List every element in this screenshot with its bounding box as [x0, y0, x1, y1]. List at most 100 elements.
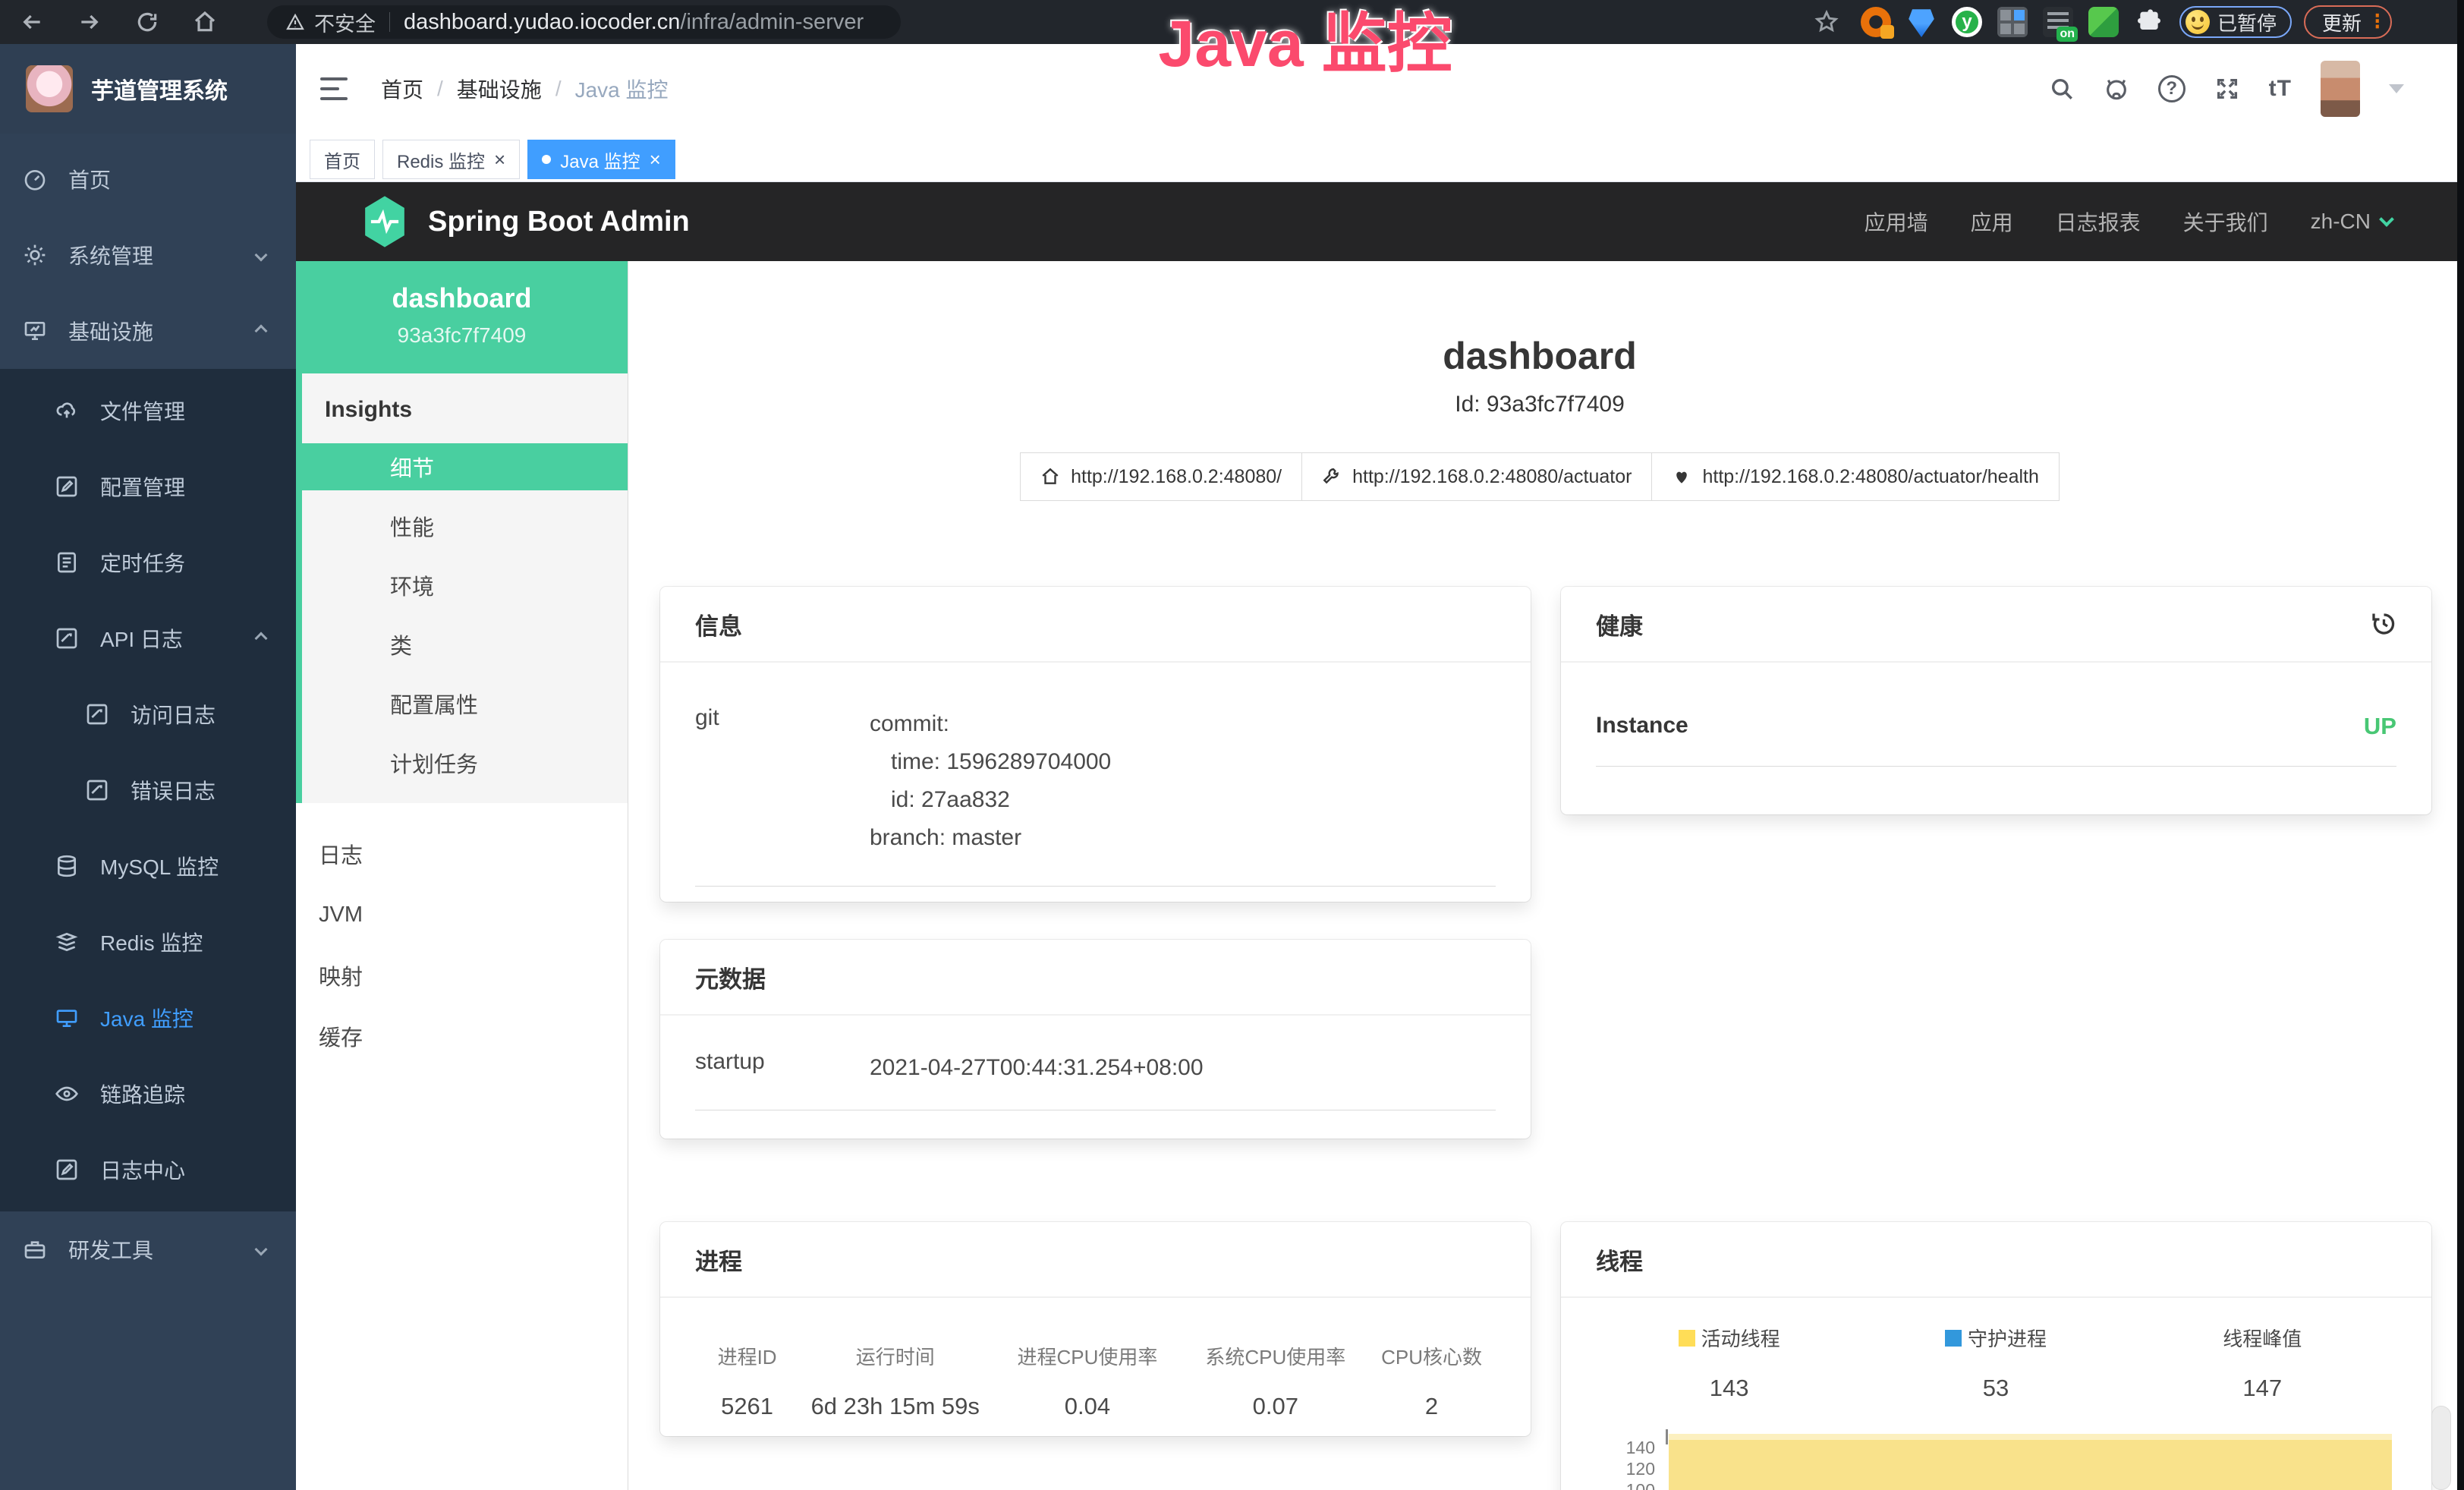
menu-item-caches[interactable]: 缓存: [296, 1013, 628, 1060]
sba-nav-wallboard[interactable]: 应用墙: [1865, 206, 1928, 237]
metadata-card-title: 元数据: [695, 960, 766, 994]
extension-blue-pin-icon[interactable]: [1906, 7, 1937, 37]
process-col-header: 进程CPU使用率: [991, 1342, 1183, 1370]
sidebar-item-java-monitor[interactable]: Java 监控: [0, 980, 296, 1056]
chevron-down-icon: [255, 249, 268, 262]
sba-nav-journal[interactable]: 日志报表: [2056, 206, 2141, 237]
menu-item-scheduledtasks[interactable]: 计划任务: [302, 739, 628, 786]
sidebar-item-config[interactable]: 配置管理: [0, 449, 296, 524]
monitor-icon: [23, 319, 47, 343]
github-icon[interactable]: [2104, 76, 2129, 102]
sidebar-item-mysql[interactable]: MySQL 监控: [0, 828, 296, 904]
browser-nav-buttons: [0, 10, 217, 34]
help-icon[interactable]: ?: [2158, 75, 2186, 102]
sidebar-item-devtools[interactable]: 研发工具: [0, 1211, 296, 1287]
process-table: 进程ID5261 运行时间6d 23h 15m 59s 进程CPU使用率0.04…: [695, 1342, 1496, 1420]
extension-green-leaf-icon[interactable]: [2088, 7, 2119, 37]
menu-item-mappings[interactable]: 映射: [296, 952, 628, 999]
extensions-puzzle-icon[interactable]: [2134, 7, 2164, 37]
sidebar-item-label: Redis 监控: [100, 927, 203, 957]
sidebar-item-label: MySQL 监控: [100, 851, 219, 881]
profile-paused-chip[interactable]: 已暂停: [2179, 6, 2292, 38]
reload-icon[interactable]: [135, 10, 159, 34]
instance-sidebar: dashboard 93a3fc7f7409 Insights 细节 性能 环境…: [296, 261, 628, 1490]
address-bar[interactable]: 不安全 dashboard.yudao.iocoder.cn /infra/ad…: [267, 5, 901, 39]
insights-group: Insights 细节 性能 环境 类 配置属性 计划任务: [296, 373, 628, 803]
tab-java-monitor[interactable]: Java 监控 ×: [527, 140, 675, 179]
legend-peak-label: 线程峰值: [2223, 1324, 2302, 1352]
tab-redis-monitor[interactable]: Redis 监控 ×: [382, 140, 520, 179]
extension-grid-icon[interactable]: [1997, 7, 2028, 37]
process-card: 进程 进程ID5261 运行时间6d 23h 15m 59s 进程CPU使用率0…: [660, 1222, 1531, 1436]
close-icon[interactable]: ×: [494, 150, 505, 169]
legend-daemon-label: 守护进程: [1968, 1324, 2047, 1352]
sidebar-item-file[interactable]: 文件管理: [0, 373, 296, 449]
menu-item-configprops[interactable]: 配置属性: [302, 680, 628, 727]
health-url-button[interactable]: http://192.168.0.2:48080/actuator/health: [1651, 452, 2059, 501]
legend-live-value: 143: [1596, 1375, 1862, 1402]
insecure-label[interactable]: 不安全: [314, 8, 376, 37]
sidebar-item-label: 基础设施: [68, 316, 153, 346]
service-url-button[interactable]: http://192.168.0.2:48080/: [1020, 452, 1302, 501]
menu-item-logs[interactable]: 日志: [296, 830, 628, 877]
sidebar-item-error-log[interactable]: 错误日志: [0, 752, 296, 828]
bookmark-star-icon[interactable]: [1814, 9, 1839, 35]
sba-nav-applications[interactable]: 应用: [1971, 206, 2013, 237]
browser-home-icon[interactable]: [193, 10, 217, 34]
breadcrumb-infra[interactable]: 基础设施: [457, 74, 542, 104]
breadcrumb-home[interactable]: 首页: [381, 74, 423, 104]
fullscreen-icon[interactable]: [2214, 76, 2240, 102]
sidebar-item-job[interactable]: 定时任务: [0, 524, 296, 600]
page-scrollbar-thumb[interactable]: [2431, 1406, 2451, 1490]
forward-icon[interactable]: [77, 10, 102, 34]
instance-header[interactable]: dashboard 93a3fc7f7409: [296, 261, 628, 373]
avatar[interactable]: [2321, 61, 2360, 117]
health-card: 健康 Instance UP: [1561, 587, 2431, 814]
menu-item-details[interactable]: 细节: [302, 443, 628, 490]
locale-select[interactable]: zh-CN: [2311, 209, 2392, 234]
page-title: dashboard: [628, 334, 2451, 378]
url-host[interactable]: dashboard.yudao.iocoder.cn: [404, 10, 680, 35]
sidebar-item-trace[interactable]: 链路追踪: [0, 1056, 296, 1132]
extension-on-badge-icon[interactable]: on: [2043, 7, 2073, 37]
sidebar-item-log-center[interactable]: 日志中心: [0, 1132, 296, 1208]
menu-item-jvm[interactable]: JVM: [296, 891, 628, 938]
extension-green-y-icon[interactable]: y: [1952, 7, 1982, 37]
sidebar-item-redis[interactable]: Redis 监控: [0, 904, 296, 980]
sba-nav-about[interactable]: 关于我们: [2183, 206, 2268, 237]
sba-logo-icon[interactable]: [361, 196, 408, 247]
chrome-update-button[interactable]: 更新 ⁝: [2304, 5, 2392, 39]
sidebar-item-home[interactable]: 首页: [0, 141, 296, 217]
app-title: 芋道管理系统: [91, 72, 228, 106]
tab-home[interactable]: 首页: [310, 140, 375, 179]
log-center-icon: [55, 1158, 79, 1182]
sidebar-item-label: 系统管理: [68, 240, 153, 270]
threads-card-title: 线程: [1596, 1243, 1643, 1277]
history-icon[interactable]: [2369, 610, 2396, 638]
font-size-icon[interactable]: tT: [2269, 76, 2292, 102]
insecure-warning-icon[interactable]: [285, 13, 305, 31]
browser-toolbar: 不安全 dashboard.yudao.iocoder.cn /infra/ad…: [0, 0, 2464, 44]
menu-item-classes[interactable]: 类: [302, 621, 628, 668]
legend-peak-value: 147: [2129, 1375, 2396, 1402]
sidebar-item-access-log[interactable]: 访问日志: [0, 676, 296, 752]
menu-item-env[interactable]: 环境: [302, 562, 628, 609]
search-icon[interactable]: [2049, 76, 2075, 102]
caret-down-icon[interactable]: [2389, 84, 2404, 93]
actuator-url-button[interactable]: http://192.168.0.2:48080/actuator: [1301, 452, 1652, 501]
close-icon[interactable]: ×: [650, 150, 661, 169]
hamburger-icon[interactable]: [320, 77, 348, 100]
sidebar-item-infra[interactable]: 基础设施: [0, 293, 296, 369]
kebab-menu-icon[interactable]: ⁝: [2374, 11, 2381, 33]
back-icon[interactable]: [20, 10, 44, 34]
service-url: http://192.168.0.2:48080/: [1071, 466, 1282, 488]
menu-item-metrics[interactable]: 性能: [302, 502, 628, 550]
sidebar-item-label: 首页: [68, 164, 111, 194]
url-path[interactable]: /infra/admin-server: [680, 10, 864, 35]
extension-orange-c-icon[interactable]: [1861, 7, 1891, 37]
sidebar-item-system[interactable]: 系统管理: [0, 217, 296, 293]
sba-brand[interactable]: Spring Boot Admin: [428, 206, 690, 238]
link-health-icon: [1672, 467, 1691, 487]
api-log-icon: [55, 626, 79, 650]
sidebar-item-api-log[interactable]: API 日志: [0, 600, 296, 676]
